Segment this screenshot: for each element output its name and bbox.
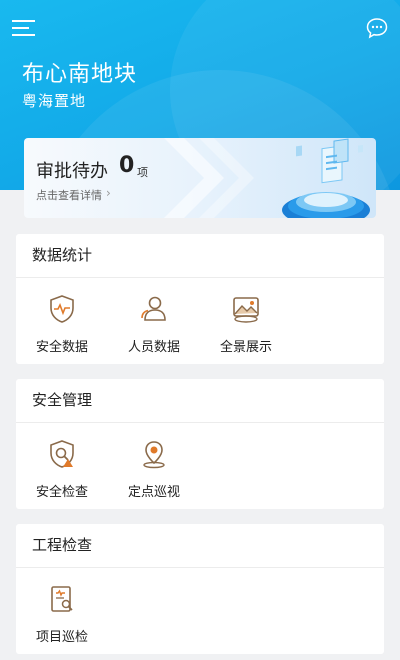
- data-stats-card: 数据统计 安全数据 人员数据 全景展示: [16, 234, 384, 364]
- item-label: 项目巡检: [35, 630, 88, 645]
- section-title: 数据统计: [16, 234, 384, 278]
- safety-inspection-button[interactable]: 安全检查: [16, 423, 108, 509]
- shield-search-icon: [50, 440, 74, 468]
- menu-icon[interactable]: [12, 18, 36, 38]
- approval-count: 0: [119, 153, 135, 178]
- document-search-icon: [51, 586, 73, 612]
- item-label: 全景展示: [219, 340, 272, 355]
- item-label: 安全检查: [35, 485, 88, 500]
- location-pin-icon: [143, 441, 165, 469]
- engineering-inspection-card: 工程检查 项目巡检: [16, 524, 384, 654]
- approval-label: 审批待办: [36, 161, 108, 182]
- approval-unit: 项: [137, 166, 148, 179]
- company-name: 粤海置地: [22, 92, 87, 110]
- chevron-decoration-icon: [164, 138, 254, 218]
- item-label: 安全数据: [35, 340, 88, 355]
- item-label: 人员数据: [127, 340, 180, 355]
- safety-management-card: 安全管理 安全检查 定点巡视: [16, 379, 384, 509]
- project-patrol-button[interactable]: 项目巡检: [16, 568, 108, 654]
- people-icon: [141, 296, 166, 321]
- section-title: 安全管理: [16, 379, 384, 423]
- section-title: 工程检查: [16, 524, 384, 568]
- fixed-point-patrol-button[interactable]: 定点巡视: [108, 423, 200, 509]
- safety-data-button[interactable]: 安全数据: [16, 278, 108, 364]
- document-illustration-icon: [282, 138, 370, 218]
- approval-card[interactable]: 审批待办 0 项 点击查看详情 ›: [24, 138, 376, 218]
- item-label: 定点巡视: [127, 485, 180, 500]
- view-details-link[interactable]: 点击查看详情: [36, 187, 102, 203]
- personnel-data-button[interactable]: 人员数据: [108, 278, 200, 364]
- page-title: 布心南地块: [22, 62, 138, 87]
- chevron-right-icon: ›: [106, 186, 111, 200]
- chat-icon[interactable]: [366, 17, 388, 39]
- panorama-button[interactable]: 全景展示: [200, 278, 292, 364]
- shield-pulse-icon: [50, 295, 74, 323]
- panorama-icon: [233, 297, 259, 323]
